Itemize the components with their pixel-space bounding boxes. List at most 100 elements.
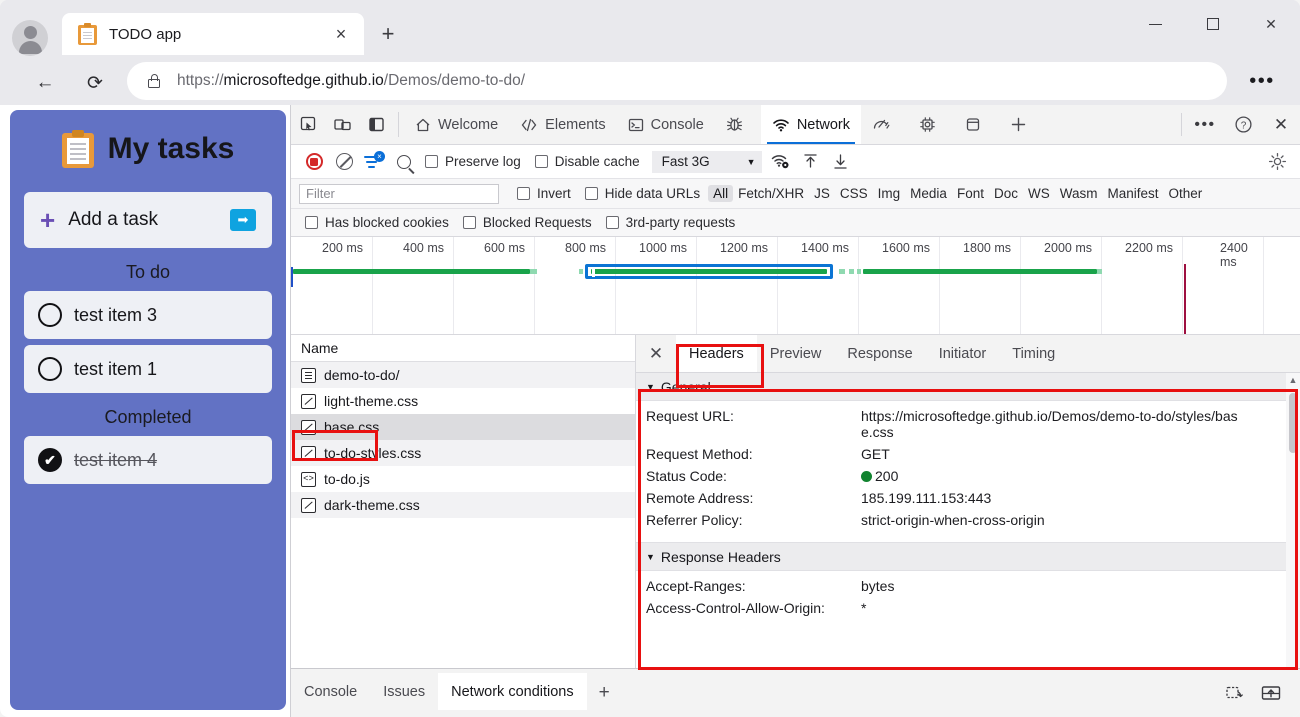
tab-timing[interactable]: Timing	[999, 335, 1068, 372]
preserve-log-checkbox[interactable]: Preserve log	[425, 154, 521, 169]
tab-response[interactable]: Response	[834, 335, 925, 372]
scrollbar-thumb[interactable]	[1289, 393, 1297, 453]
table-row-selected[interactable]: base.css	[291, 414, 635, 440]
address-bar[interactable]: https://microsoftedge.github.io/Demos/de…	[127, 62, 1227, 100]
checkbox-icon[interactable]	[425, 155, 438, 168]
back-button[interactable]: ←	[28, 66, 62, 100]
filter-type-wasm[interactable]: Wasm	[1055, 185, 1103, 202]
table-row[interactable]: dark-theme.css	[291, 492, 635, 518]
tab-headers[interactable]: Headers	[676, 335, 757, 372]
reload-button[interactable]: ⟳	[78, 66, 112, 100]
task-item[interactable]: test item 1	[24, 345, 272, 393]
invert-checkbox[interactable]: Invert	[517, 186, 571, 201]
filter-type-doc[interactable]: Doc	[989, 185, 1023, 202]
task-item-completed[interactable]: ✔ test item 4	[24, 436, 272, 484]
tab-performance[interactable]	[861, 105, 908, 144]
search-button[interactable]	[389, 147, 419, 177]
filter-type-media[interactable]: Media	[905, 185, 952, 202]
filter-type-ws[interactable]: WS	[1023, 185, 1055, 202]
drawer-add-tab-icon[interactable]: +	[587, 669, 622, 717]
table-row[interactable]: to-do-styles.css	[291, 440, 635, 466]
checkbox-icon[interactable]	[517, 187, 530, 200]
tab-welcome[interactable]: Welcome	[404, 105, 509, 144]
blocked-requests-checkbox[interactable]: Blocked Requests	[462, 215, 592, 230]
checkbox-icon[interactable]	[605, 216, 619, 229]
section-general[interactable]: ▼ General	[636, 373, 1300, 401]
throttle-select[interactable]: Fast 3G ▼	[651, 150, 762, 173]
checkbox-icon[interactable]	[584, 187, 598, 200]
add-task-input-row[interactable]: + Add a task ➡	[24, 192, 272, 248]
tab-debugger[interactable]	[715, 105, 761, 144]
tab-initiator[interactable]: Initiator	[926, 335, 1000, 372]
tab-network[interactable]: Network	[760, 105, 862, 144]
filter-toggle-button[interactable]: ×	[359, 147, 389, 177]
drawer-tab-issues[interactable]: Issues	[370, 673, 438, 710]
record-button[interactable]	[299, 147, 329, 177]
filter-input[interactable]: Filter	[299, 183, 499, 204]
filter-type-js[interactable]: JS	[809, 185, 835, 202]
preserve-log-label: Preserve log	[445, 154, 521, 169]
devtools-close-icon[interactable]: ✕	[1262, 105, 1300, 144]
memory-chip-icon	[920, 117, 935, 132]
device-emulation-icon[interactable]	[325, 105, 359, 144]
tab-elements[interactable]: Elements	[509, 105, 616, 144]
filter-type-img[interactable]: Img	[873, 185, 906, 202]
table-row[interactable]: light-theme.css	[291, 388, 635, 414]
tab-console[interactable]: Console	[617, 105, 715, 144]
drawer-tab-network-conditions[interactable]: Network conditions	[438, 673, 587, 710]
filter-type-manifest[interactable]: Manifest	[1102, 185, 1163, 202]
filter-type-fetch-xhr[interactable]: Fetch/XHR	[733, 185, 809, 202]
dock-side-icon[interactable]	[359, 105, 393, 144]
export-har-icon[interactable]	[826, 147, 856, 177]
browser-tab-todo-app[interactable]: TODO app ×	[62, 13, 364, 55]
third-party-requests-checkbox[interactable]: 3rd-party requests	[605, 215, 735, 230]
header-row: Request Method: GET	[636, 443, 1300, 465]
table-row[interactable]: demo-to-do/	[291, 362, 635, 388]
scroll-up-arrow-icon[interactable]: ▲	[1289, 373, 1298, 387]
close-window-button[interactable]: ✕	[1242, 0, 1300, 48]
checkbox-icon[interactable]	[534, 155, 548, 168]
tab-add-panel[interactable]	[999, 105, 1045, 144]
devtools-help-icon[interactable]: ?	[1224, 105, 1262, 144]
inspect-element-icon[interactable]	[291, 105, 325, 144]
task-checkbox-icon[interactable]	[38, 303, 62, 327]
profile-avatar[interactable]	[12, 20, 48, 56]
clear-button[interactable]	[329, 147, 359, 177]
checkbox-icon[interactable]	[305, 216, 318, 229]
import-har-icon[interactable]	[796, 147, 826, 177]
hide-data-urls-checkbox[interactable]: Hide data URLs	[584, 186, 700, 201]
section-response-headers[interactable]: ▼ Response Headers	[636, 543, 1300, 571]
task-item[interactable]: test item 3	[24, 291, 272, 339]
settings-gear-icon[interactable]	[1262, 147, 1292, 177]
checkbox-icon[interactable]	[462, 216, 476, 229]
drawer-tab-console[interactable]: Console	[291, 673, 370, 710]
filter-type-other[interactable]: Other	[1164, 185, 1208, 202]
minimize-button[interactable]	[1126, 0, 1184, 48]
request-list-header[interactable]: Name	[291, 335, 635, 362]
detail-scrollbar[interactable]: ▲ ▼	[1286, 373, 1300, 717]
network-conditions-icon[interactable]	[766, 147, 796, 177]
tab-preview[interactable]: Preview	[757, 335, 835, 372]
table-row[interactable]: <> to-do.js	[291, 466, 635, 492]
restore-drawer-icon[interactable]	[1220, 678, 1250, 708]
browser-settings-more-icon[interactable]: •••	[1242, 66, 1282, 96]
filter-type-css[interactable]: CSS	[835, 185, 873, 202]
devtools-more-icon[interactable]: •••	[1186, 105, 1224, 144]
new-tab-button[interactable]: +	[374, 20, 402, 48]
task-checked-icon[interactable]: ✔	[38, 448, 62, 472]
filter-type-font[interactable]: Font	[952, 185, 989, 202]
network-overview-timeline[interactable]: 200 ms 400 ms 600 ms 800 ms 1000 ms 1200…	[291, 237, 1300, 335]
close-tab-icon[interactable]: ×	[328, 21, 354, 47]
tab-application[interactable]	[954, 105, 999, 144]
filter-type-all[interactable]: All	[708, 185, 734, 202]
submit-task-arrow-icon[interactable]: ➡	[230, 209, 256, 231]
has-blocked-cookies-checkbox[interactable]: Has blocked cookies	[305, 215, 449, 230]
task-checkbox-icon[interactable]	[38, 357, 62, 381]
header-row-status: Status Code: 200	[636, 465, 1300, 487]
disable-cache-checkbox[interactable]: Disable cache	[534, 154, 640, 169]
header-value: *	[861, 600, 867, 616]
maximize-button[interactable]	[1184, 0, 1242, 48]
move-to-top-icon[interactable]	[1256, 678, 1286, 708]
close-detail-icon[interactable]: ✕	[636, 335, 676, 372]
tab-memory[interactable]	[908, 105, 954, 144]
